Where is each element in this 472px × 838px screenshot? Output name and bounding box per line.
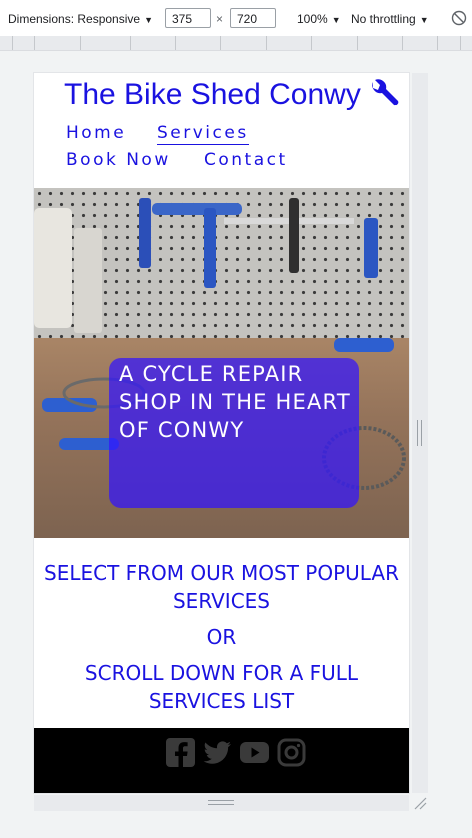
wrench-icon (372, 79, 399, 108)
site-footer (34, 728, 409, 793)
width-input[interactable]: 375 (165, 8, 211, 28)
instagram-icon[interactable] (277, 738, 306, 767)
device-toolbar: Dimensions: Responsive ▼ 375 × 720 100% ▼ … (0, 0, 472, 37)
site-brand[interactable]: The Bike Shed Conwy (64, 75, 401, 115)
social-links (166, 738, 306, 767)
nav-services[interactable]: Services (157, 123, 249, 145)
twitter-icon[interactable] (203, 738, 232, 767)
brand-title: The Bike Shed Conwy (64, 78, 361, 111)
intro-select-text: SELECT FROM OUR MOST POPULAR SERVICES (44, 561, 399, 613)
nav-contact[interactable]: Contact (204, 150, 288, 170)
zoom-label: 100% (297, 12, 328, 26)
services-intro: SELECT FROM OUR MOST POPULAR SERVICES OR… (34, 559, 409, 715)
height-input[interactable]: 720 (230, 8, 276, 28)
chevron-down-icon: ▼ (331, 15, 341, 25)
media-query-ruler[interactable] (0, 36, 472, 51)
dimensions-label: Dimensions: Responsive (8, 12, 141, 26)
times-separator: × (216, 12, 224, 26)
nav-book-now[interactable]: Book Now (66, 150, 171, 170)
chevron-down-icon: ▼ (419, 15, 429, 25)
corner-resize-icon[interactable] (413, 796, 427, 810)
nav-home[interactable]: Home (66, 123, 126, 143)
youtube-icon[interactable] (240, 738, 269, 767)
right-resize-grip[interactable] (417, 420, 422, 446)
intro-or-text: OR (206, 625, 237, 649)
emulated-viewport: The Bike Shed Conwy Home Services Book N… (34, 73, 409, 793)
chevron-down-icon: ▼ (144, 15, 153, 25)
rotate-icon[interactable] (451, 10, 467, 26)
facebook-icon[interactable] (166, 738, 195, 767)
hero-tagline: A CYCLE REPAIR SHOP IN THE HEART OF CONW… (119, 362, 351, 442)
intro-scroll-text: SCROLL DOWN FOR A FULL SERVICES LIST (84, 661, 359, 713)
hero-image: A CYCLE REPAIR SHOP IN THE HEART OF CONW… (34, 188, 409, 538)
throttling-dropdown[interactable]: No throttling ▼ (351, 12, 429, 26)
dimensions-dropdown[interactable]: Dimensions: Responsive ▼ (8, 12, 153, 26)
zoom-dropdown[interactable]: 100% ▼ (297, 12, 341, 26)
throttling-label: No throttling (351, 12, 416, 26)
bottom-resize-grip[interactable] (208, 800, 234, 805)
